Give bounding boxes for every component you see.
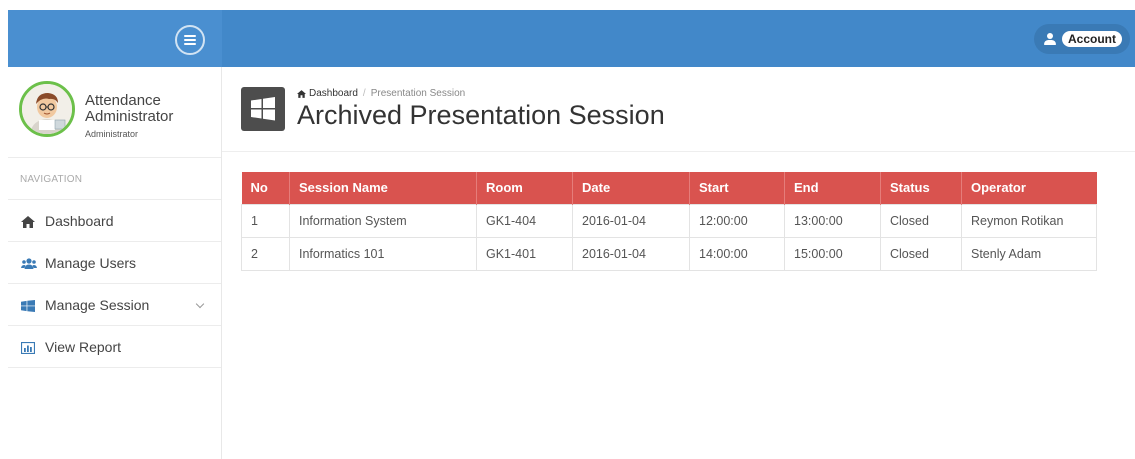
column-header: No [241,172,290,204]
column-header: End [784,172,881,204]
table-cell: GK1-401 [476,236,573,271]
chevron-down-icon [195,299,205,309]
breadcrumb: Dashboard / Presentation Session [297,88,465,99]
windows-icon [241,87,285,131]
nav-heading: NAVIGATION [8,158,221,200]
bar-chart-icon [20,341,36,354]
hamburger-icon [184,35,196,45]
main-content: Dashboard / Presentation Session Archive… [222,67,1135,459]
table-cell: 13:00:00 [784,203,881,238]
sidebar-item-label: Dashboard [45,212,114,229]
table-row: 2 Informatics 101 GK1-401 2016-01-04 14:… [241,236,1097,271]
sessions-table: No Session Name Room Date Start End Stat… [241,172,1097,271]
column-header: Session Name [289,172,477,204]
column-header: Operator [961,172,1097,204]
home-icon [297,89,306,98]
column-header: Status [880,172,962,204]
top-navbar: Account [8,10,1135,67]
column-header: Start [689,172,785,204]
table-cell: 14:00:00 [689,236,785,271]
sidebar-item-manage-session[interactable]: Manage Session [8,284,221,326]
menu-toggle-button[interactable] [175,25,205,55]
table-cell: Closed [880,203,962,238]
user-icon [1044,33,1056,45]
table-cell: 1 [241,203,290,238]
page-header: Dashboard / Presentation Session Archive… [222,67,1135,152]
sidebar-item-label: View Report [45,338,122,355]
table-cell: Stenly Adam [961,236,1097,271]
table-cell: 12:00:00 [689,203,785,238]
table-cell: GK1-404 [476,203,573,238]
table-cell: Informatics 101 [289,236,477,271]
page-title: Archived Presentation Session [297,100,665,130]
breadcrumb-current: Presentation Session [370,88,466,99]
brand-area [8,10,222,67]
users-icon [21,257,37,269]
breadcrumb-separator: / [362,88,366,99]
account-button[interactable]: Account [1034,24,1130,54]
breadcrumb-home-link[interactable]: Dashboard [309,88,358,99]
profile-name: Attendance Administrator [85,92,174,125]
table-cell: 15:00:00 [784,236,881,271]
app-frame: Account Attendance Administrator Adminis… [8,10,1135,459]
account-label: Account [1062,31,1122,47]
column-header: Room [476,172,573,204]
table-cell: 2 [241,236,290,271]
user-profile: Attendance Administrator Administrator [8,67,221,158]
windows-icon [21,299,35,312]
sidebar-item-view-report[interactable]: View Report [8,326,221,368]
column-header: Date [572,172,690,204]
sidebar-item-manage-users[interactable]: Manage Users [8,242,221,284]
table-cell: 2016-01-04 [572,203,690,238]
sidebar-item-label: Manage Users [45,254,137,271]
sidebar-item-dashboard[interactable]: Dashboard [8,200,221,242]
table-row: 1 Information System GK1-404 2016-01-04 … [241,203,1097,238]
table-cell: Information System [289,203,477,238]
avatar [19,81,75,137]
sidebar: Attendance Administrator Administrator N… [8,67,222,459]
table-cell: Closed [880,236,962,271]
table-cell: Reymon Rotikan [961,203,1097,238]
profile-role: Administrator [85,129,139,139]
sidebar-item-label: Manage Session [45,296,150,313]
table-cell: 2016-01-04 [572,236,690,271]
table-header-row: No Session Name Room Date Start End Stat… [241,172,1097,204]
home-icon [21,215,35,228]
